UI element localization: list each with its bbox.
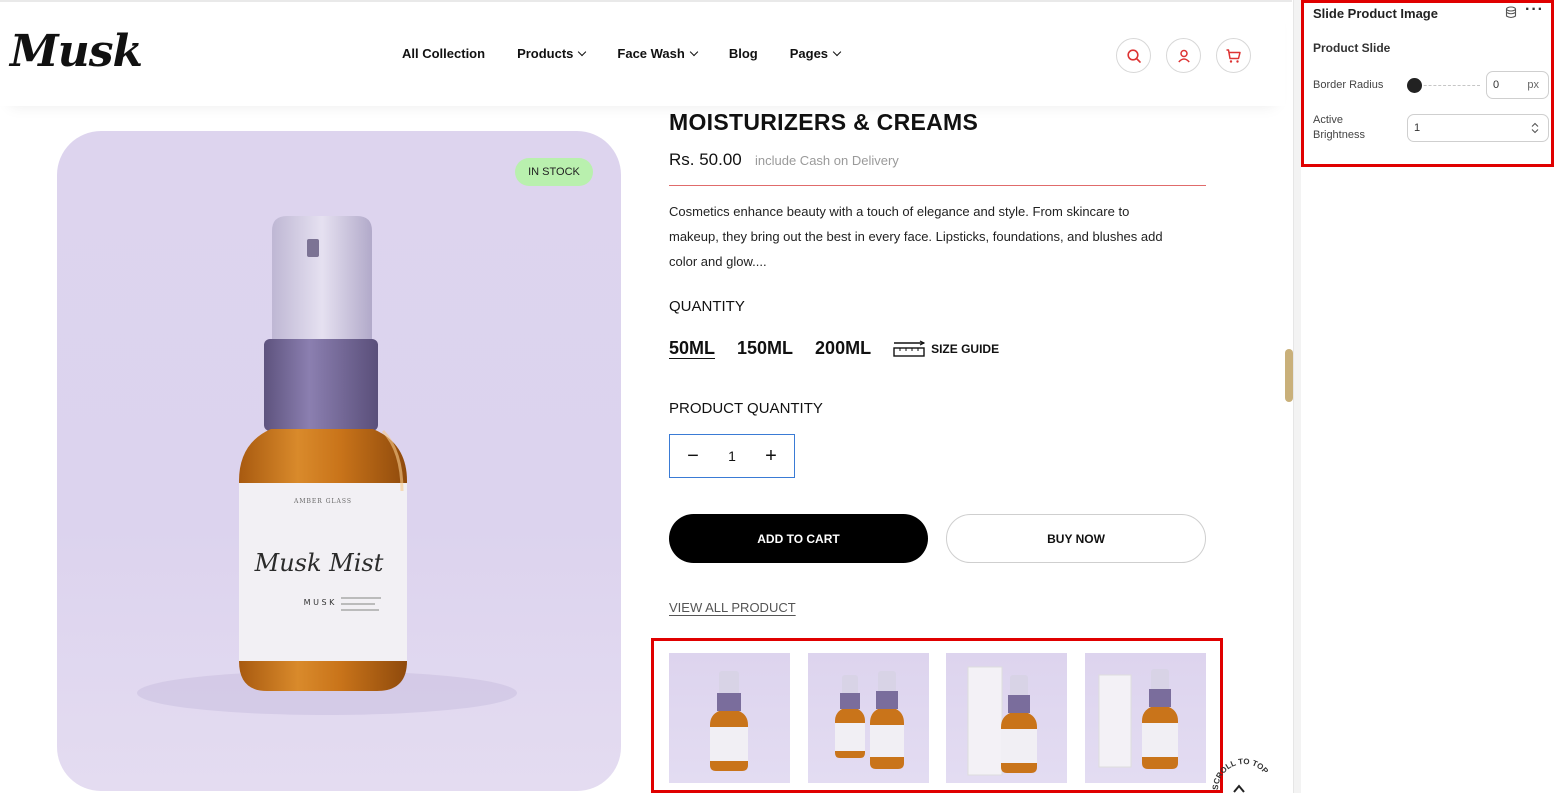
data-source-button[interactable] (1505, 6, 1517, 24)
border-radius-label: Border Radius (1313, 79, 1384, 91)
spinner-arrows-icon (1531, 122, 1539, 134)
product-description: Cosmetics enhance beauty with a touch of… (669, 204, 1163, 269)
thumbnail-image (835, 671, 904, 769)
product-main-image[interactable]: AMBER GLASS Musk Mist M U S K (57, 131, 621, 791)
product-title: MOISTURIZERS & CREAMS (669, 109, 979, 135)
nav-label: Products (517, 46, 574, 61)
chevron-down-icon (578, 47, 587, 57)
scroll-to-top-button[interactable]: SCROLL TO TOP (1210, 750, 1280, 793)
title-divider (669, 185, 1206, 186)
product-thumbnail-4[interactable] (1085, 653, 1206, 783)
nav-products[interactable]: Products (517, 46, 587, 61)
size-guide-label: SIZE GUIDE (931, 341, 1000, 356)
border-radius-unit: px (1527, 79, 1539, 91)
storefront-preview: Musk All Collection Products Face Wash B… (0, 0, 1292, 793)
ruler-icon (893, 339, 926, 357)
product-quantity-label: PRODUCT QUANTITY (669, 400, 823, 417)
bottle-letters-text: M U S K (304, 598, 335, 607)
panel-title: Slide Product Image (1313, 6, 1438, 21)
size-options: 50ML 150ML 200ML SIZE GUIDE (669, 338, 999, 359)
chevron-down-icon (689, 47, 699, 57)
product-bottle-image: AMBER GLASS Musk Mist M U S K (137, 216, 517, 715)
active-brightness-label: Active Brightness (1313, 114, 1365, 141)
search-icon (1126, 48, 1141, 63)
size-option-50ml[interactable]: 50ML (669, 338, 715, 359)
nav-all-collection[interactable]: All Collection (402, 46, 485, 61)
site-logo[interactable]: Musk (10, 26, 143, 77)
product-price: Rs. 50.00 (669, 150, 742, 169)
product-thumbnail-2[interactable] (808, 653, 929, 783)
size-option-150ml[interactable]: 150ML (737, 338, 793, 359)
account-button[interactable] (1166, 38, 1201, 73)
panel-subtitle: Product Slide (1313, 41, 1391, 55)
thumbnail-image (967, 666, 1037, 776)
header-actions (1116, 38, 1251, 73)
border-radius-input[interactable]: 0 px (1486, 71, 1549, 99)
nav-label: Blog (728, 46, 758, 61)
panel-divider (1293, 0, 1301, 793)
product-thumbnail-1[interactable] (669, 653, 790, 783)
bottle-brand-text: AMBER GLASS (293, 498, 352, 505)
nav-pages[interactable]: Pages (789, 46, 842, 61)
page-scrollbar[interactable] (1285, 349, 1293, 402)
view-all-product-link[interactable]: VIEW ALL PRODUCT (669, 600, 796, 615)
product-thumbnail-3[interactable] (946, 653, 1067, 783)
quantity-stepper: − 1 + (669, 434, 795, 478)
buy-now-button[interactable]: BUY NOW (946, 514, 1206, 563)
stock-badge: IN STOCK (515, 158, 593, 186)
scroll-to-top-badge: SCROLL TO TOP (1211, 757, 1271, 793)
nav-label: Face Wash (617, 46, 685, 61)
border-radius-slider-handle[interactable] (1407, 78, 1422, 93)
add-to-cart-button[interactable]: ADD TO CART (669, 514, 928, 563)
size-guide-link[interactable]: SIZE GUIDE (893, 339, 1000, 358)
search-button[interactable] (1116, 38, 1151, 73)
border-radius-slider-track[interactable] (1414, 85, 1480, 86)
bottle-name-text: Musk Mist (254, 549, 384, 577)
size-option-200ml[interactable]: 200ML (815, 338, 871, 359)
chevron-down-icon (832, 47, 842, 57)
thumbnail-image (710, 671, 748, 771)
quantity-value[interactable]: 1 (728, 448, 736, 464)
more-options-icon[interactable]: ··· (1525, 1, 1544, 19)
active-brightness-input[interactable]: 1 (1407, 114, 1549, 142)
nav-label: Pages (789, 46, 829, 61)
svg-text:SCROLL TO TOP: SCROLL TO TOP (1211, 757, 1271, 790)
main-nav: All Collection Products Face Wash Blog P… (402, 46, 842, 61)
user-icon (1177, 49, 1190, 63)
price-note: include Cash on Delivery (755, 153, 899, 168)
quantity-label: QUANTITY (669, 298, 745, 315)
decrement-button[interactable]: − (685, 445, 701, 468)
nav-face-wash[interactable]: Face Wash (617, 46, 699, 61)
active-brightness-value: 1 (1414, 122, 1421, 134)
database-icon (1505, 6, 1517, 19)
thumbnail-image (1098, 669, 1178, 769)
cart-button[interactable] (1216, 38, 1251, 73)
increment-button[interactable]: + (763, 445, 779, 468)
site-header: Musk All Collection Products Face Wash B… (0, 2, 1285, 106)
nav-blog[interactable]: Blog (729, 46, 758, 61)
scroll-to-top-text: SCROLL TO TOP (1211, 757, 1271, 790)
nav-label: All Collection (402, 46, 486, 61)
cart-icon (1226, 48, 1241, 63)
border-radius-value: 0 (1493, 79, 1500, 91)
